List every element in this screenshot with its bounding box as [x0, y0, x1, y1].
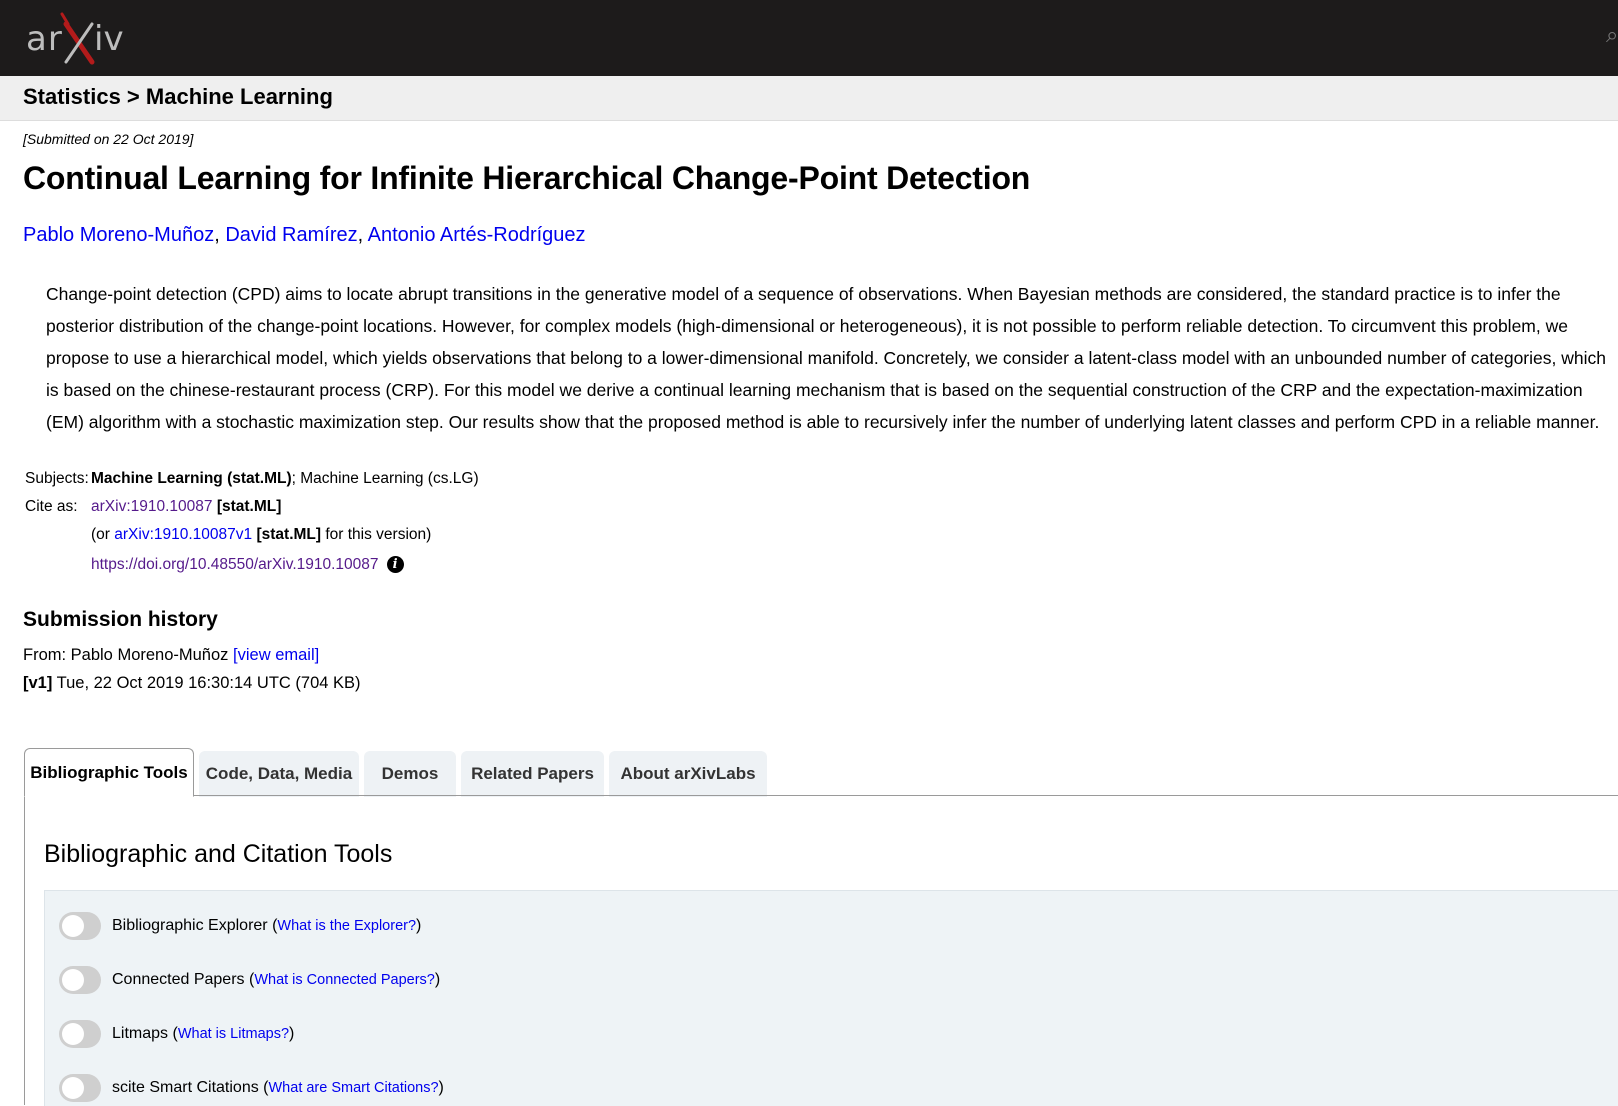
tab-bibliographic-tools[interactable]: Bibliographic Tools: [24, 748, 194, 797]
version-history-entry: [v1] Tue, 22 Oct 2019 16:30:14 UTC (704 …: [23, 674, 361, 693]
panel-border: [24, 796, 25, 1105]
breadcrumb: Statistics > Machine Learning: [23, 84, 333, 109]
author-link[interactable]: Pablo Moreno-Muñoz: [23, 224, 214, 246]
tool-help-link[interactable]: What are Smart Citations?: [269, 1080, 439, 1096]
submitter-name: From: Pablo Moreno-Muñoz: [23, 646, 229, 664]
subjects-label: Subjects:: [25, 470, 89, 487]
tab-demos[interactable]: Demos: [364, 751, 456, 797]
version-details: Tue, 22 Oct 2019 16:30:14 UTC (704 KB): [56, 674, 361, 692]
author-separator: ,: [357, 224, 364, 246]
page-title: Continual Learning for Infinite Hierarch…: [23, 160, 1031, 196]
tab-related-papers[interactable]: Related Papers: [461, 751, 604, 797]
version-prefix: (or: [91, 526, 110, 543]
scite-toggle[interactable]: [59, 1074, 101, 1102]
version-value: (or arXiv:1910.10087v1 [stat.ML] for thi…: [91, 526, 431, 544]
secondary-subjects: ; Machine Learning (cs.LG): [291, 470, 479, 487]
cite-value: arXiv:1910.10087 [stat.ML]: [91, 498, 281, 516]
doi-link[interactable]: https://doi.org/10.48550/arXiv.1910.1008…: [91, 556, 379, 573]
litmaps-toggle[interactable]: [59, 1020, 101, 1048]
info-icon[interactable]: i: [386, 556, 404, 573]
cite-category: [stat.ML]: [216, 498, 282, 515]
tools-panel-title: Bibliographic and Citation Tools: [44, 840, 393, 868]
arxiv-id-link[interactable]: arXiv:1910.10087: [91, 498, 213, 515]
view-email-link[interactable]: [view email]: [233, 646, 319, 664]
tab-about-arxivlabs[interactable]: About arXivLabs: [609, 751, 767, 797]
tool-litmaps: Litmaps (What is Litmaps?): [59, 1019, 294, 1049]
tool-label: Litmaps: [112, 1025, 169, 1042]
tool-help-link[interactable]: What is the Explorer?: [277, 918, 416, 934]
svg-text:ar: ar: [26, 19, 63, 59]
tool-label: scite Smart Citations: [112, 1079, 259, 1096]
tool-help-link[interactable]: What is Connected Papers?: [254, 972, 435, 988]
author-list: Pablo Moreno-Muñoz, David Ramírez, Anton…: [23, 224, 586, 247]
subjects-value: Machine Learning (stat.ML); Machine Lear…: [91, 470, 479, 488]
version-suffix: for this version): [325, 526, 432, 543]
submission-date: [Submitted on 22 Oct 2019]: [23, 131, 194, 147]
tool-label: Bibliographic Explorer: [112, 917, 268, 934]
tool-connected-papers: Connected Papers (What is Connected Pape…: [59, 965, 440, 995]
tool-help-link[interactable]: What is Litmaps?: [178, 1026, 289, 1042]
svg-text:iv: iv: [94, 19, 124, 59]
author-link[interactable]: Antonio Artés-Rodríguez: [368, 224, 586, 246]
version-id-link[interactable]: arXiv:1910.10087v1: [114, 526, 252, 543]
bibliographic-explorer-toggle[interactable]: [59, 912, 101, 940]
abstract-text: Change-point detection (CPD) aims to loc…: [46, 284, 1606, 432]
tool-bibliographic-explorer: Bibliographic Explorer (What is the Expl…: [59, 911, 421, 941]
site-header: ar iv ⌕: [0, 0, 1618, 76]
breadcrumb-bar: Statistics > Machine Learning: [0, 76, 1618, 121]
author-separator: ,: [214, 224, 220, 246]
version-label[interactable]: [v1]: [23, 674, 52, 692]
author-link[interactable]: David Ramírez: [225, 224, 357, 246]
primary-subject: Machine Learning (stat.ML): [91, 470, 292, 487]
cite-label: Cite as:: [25, 498, 78, 515]
submission-history-heading: Submission history: [23, 608, 218, 631]
tab-code-data-media[interactable]: Code, Data, Media: [199, 751, 359, 797]
arxiv-logo[interactable]: ar iv: [26, 12, 136, 68]
connected-papers-toggle[interactable]: [59, 966, 101, 994]
tool-scite-smart-citations: scite Smart Citations (What are Smart Ci…: [59, 1073, 444, 1103]
tools-list: Bibliographic Explorer (What is the Expl…: [44, 890, 1618, 1106]
doi-value: https://doi.org/10.48550/arXiv.1910.1008…: [91, 556, 404, 574]
tool-label: Connected Papers: [112, 971, 245, 988]
submitter-line: From: Pablo Moreno-Muñoz [view email]: [23, 646, 319, 665]
tab-divider: [24, 795, 1618, 796]
version-category: [stat.ML]: [256, 526, 322, 543]
search-icon[interactable]: ⌕: [1606, 22, 1618, 48]
